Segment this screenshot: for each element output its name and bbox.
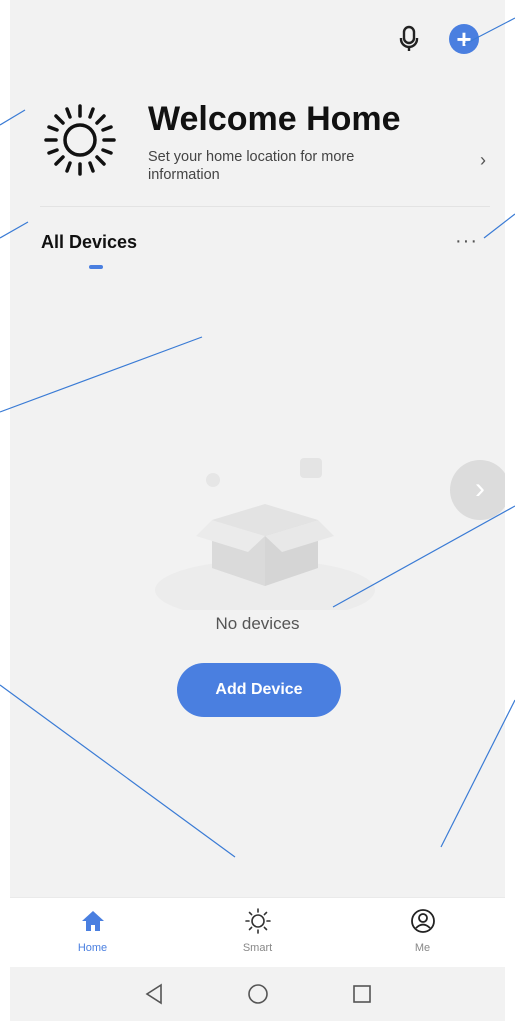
nav-smart-label: Smart: [242, 942, 273, 954]
back-triangle-icon[interactable]: [141, 981, 167, 1007]
add-device-button[interactable]: Add Device: [177, 663, 341, 717]
plus-circle-icon[interactable]: +: [449, 24, 479, 54]
top-actions: +: [395, 22, 479, 56]
microphone-icon[interactable]: [395, 22, 423, 56]
home-circle-icon[interactable]: [245, 981, 271, 1007]
welcome-subtitle: Set your home location for more informat…: [148, 149, 355, 183]
nav-me-label: Me: [414, 942, 431, 954]
welcome-title: Welcome Home: [148, 100, 401, 138]
tab-indicator: [89, 265, 103, 269]
floating-next-button[interactable]: ›: [450, 460, 505, 520]
empty-box-illustration: [155, 458, 375, 610]
tab-all-devices[interactable]: All Devices: [41, 232, 137, 253]
welcome-card[interactable]: Welcome Home Set your home location for …: [40, 98, 490, 198]
nav-me[interactable]: Me: [340, 898, 505, 968]
sun-icon: [243, 906, 273, 936]
user-circle-icon: [408, 906, 438, 936]
nav-smart[interactable]: Smart: [175, 898, 340, 968]
home-icon: [78, 906, 108, 936]
sun-icon: [44, 104, 116, 176]
empty-state-text: No devices: [215, 614, 300, 633]
app-screen: + Welcome Home Set your home location fo…: [10, 0, 505, 1021]
nav-home[interactable]: Home: [10, 898, 175, 968]
nav-home-label: Home: [77, 942, 108, 954]
bottom-nav: Home Smart Me: [10, 897, 505, 968]
divider: [40, 206, 490, 207]
more-options-icon[interactable]: ···: [455, 230, 478, 253]
recents-square-icon[interactable]: [349, 981, 375, 1007]
system-nav-bar: [10, 967, 505, 1021]
chevron-right-icon[interactable]: ›: [480, 150, 486, 171]
